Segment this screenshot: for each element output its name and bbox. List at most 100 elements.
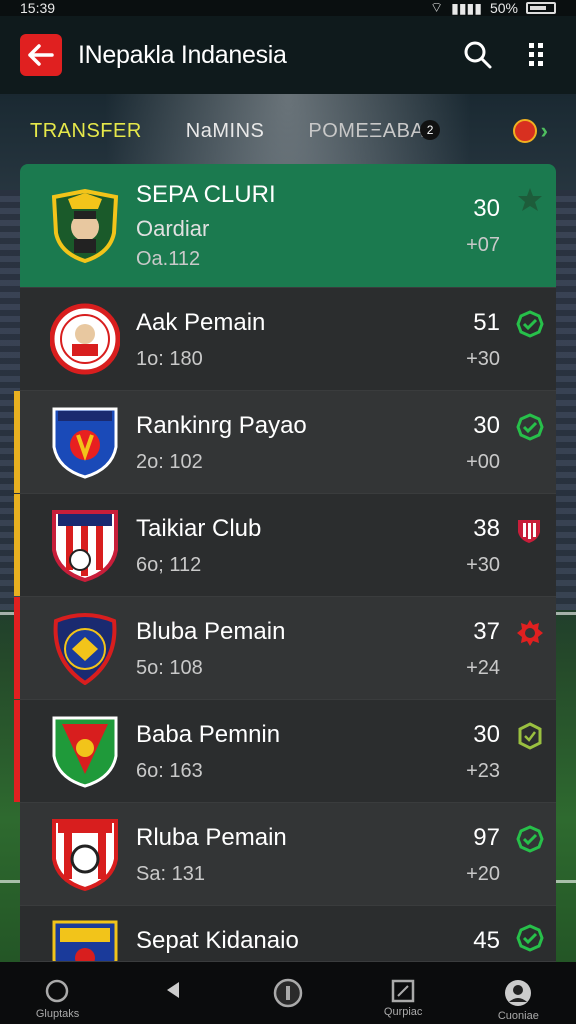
nav-item-info[interactable]	[243, 978, 333, 1008]
club-score: 30	[473, 720, 500, 748]
list-item[interactable]: Rluba Pemain Sa: 131 97 +20	[20, 803, 556, 906]
club-list: SEPA CLURI Oardiar Oa.112 30 +07 Aak Pem…	[14, 164, 556, 962]
tab-bar: TRANSFER NaMINS POMEΞABA 2 ›	[0, 108, 576, 154]
nav-item-gluptaks[interactable]: Gluptaks	[13, 978, 103, 1020]
club-score: 97	[473, 823, 500, 851]
battery-icon	[526, 2, 556, 14]
club-name: Aak Pemain	[136, 308, 266, 336]
bottom-nav: Gluptaks Qurpiac Cuoniae	[0, 962, 576, 1024]
club-name: SEPA CLURI	[136, 181, 276, 208]
more-dots-icon	[529, 43, 543, 66]
club-delta: +30	[466, 553, 500, 576]
tab-namins[interactable]: NaMINS	[186, 120, 265, 143]
tab-scroll-next[interactable]: ›	[512, 118, 548, 144]
row-accent-bar	[14, 494, 20, 596]
club-score: 30	[473, 411, 500, 439]
club-crest-icon	[52, 510, 118, 582]
nav-label: Qurpiac	[383, 1006, 423, 1018]
club-crest-icon	[52, 819, 118, 891]
star-icon	[518, 188, 542, 211]
status-bar: 15:39 ⌔ ▮▮▮▮ 50%	[0, 0, 576, 16]
club-name: Taikiar Club	[136, 514, 262, 542]
signal-icon: ▮▮▮▮	[451, 0, 482, 16]
club-score: 30	[473, 195, 500, 222]
check-icon	[516, 310, 544, 338]
club-delta: +00	[466, 450, 500, 473]
list-item[interactable]: Rankinrg Payao 2o: 102 30 +00	[14, 391, 556, 494]
info-icon	[273, 978, 303, 1008]
club-crest-icon	[51, 188, 119, 263]
chevron-right-icon: ›	[540, 118, 548, 143]
status-indicator	[516, 310, 556, 338]
club-delta: +24	[466, 656, 500, 679]
row-accent-bar	[14, 597, 20, 699]
wifi-icon: ⌔	[429, 0, 444, 15]
club-score: 45	[473, 927, 500, 954]
club-code: 2o: 102	[136, 450, 203, 473]
square-icon	[391, 979, 415, 1003]
tab-pomeaba[interactable]: POMEΞABA 2	[308, 119, 441, 143]
club-delta: +20	[466, 862, 500, 885]
check-icon	[516, 413, 544, 441]
battery-percent: 50%	[489, 0, 518, 16]
row-accent-bar	[14, 391, 20, 493]
page-title: INepakla Indanesia	[78, 40, 287, 69]
shield-icon	[518, 722, 542, 750]
tab-badge: 2	[420, 119, 441, 140]
gear-icon	[517, 620, 543, 646]
club-name: Rluba Pemain	[136, 823, 287, 851]
tab-pomeaba-label: POMEΞABA	[308, 119, 425, 142]
check-icon	[516, 924, 544, 952]
status-indicator	[516, 619, 556, 647]
club-code: 1o: 180	[136, 347, 203, 370]
nav-item-cuoniae[interactable]: Cuoniae	[473, 978, 563, 1022]
tab-transfer[interactable]: TRANSFER	[30, 120, 142, 143]
club-code: 5o: 108	[136, 656, 203, 679]
list-item[interactable]: Sepat Kidanaio 45	[20, 906, 556, 962]
list-item[interactable]: Baba Pemnin 6o: 163 30 +23	[14, 700, 556, 803]
back-triangle-icon	[166, 982, 179, 998]
list-item[interactable]: Taikiar Club 6o; 112 38 +30	[14, 494, 556, 597]
club-score: 51	[473, 308, 500, 336]
back-button[interactable]	[20, 34, 62, 76]
app-header: INepakla Indanesia	[0, 16, 576, 94]
check-icon	[516, 825, 544, 853]
status-indicator	[516, 825, 556, 853]
club-code: 6o: 163	[136, 759, 203, 782]
nav-label: Cuoniae	[497, 1010, 539, 1022]
nav-label: Gluptaks	[35, 1008, 80, 1020]
arrow-left-icon	[28, 44, 54, 66]
list-item[interactable]: SEPA CLURI Oardiar Oa.112 30 +07	[20, 164, 556, 288]
club-code: Oa.112	[136, 248, 201, 270]
club-crest-icon	[50, 303, 120, 375]
club-badge-icon	[518, 520, 540, 543]
search-icon	[464, 41, 492, 69]
club-name: Rankinrg Payao	[136, 411, 307, 439]
list-item[interactable]: Bluba Pemain 5o: 108 37 +24	[14, 597, 556, 700]
club-name: Bluba Pemain	[136, 617, 286, 645]
flag-icon	[512, 119, 537, 143]
club-name: Baba Pemnin	[136, 720, 281, 748]
club-code: Sa: 131	[136, 862, 205, 885]
club-score: 37	[473, 617, 500, 645]
row-accent-bar	[14, 700, 20, 802]
more-menu-button[interactable]	[516, 35, 556, 75]
club-delta: +07	[466, 234, 500, 256]
status-indicator	[516, 924, 556, 952]
search-button[interactable]	[458, 35, 498, 75]
status-indicator	[516, 722, 556, 750]
status-indicator	[516, 516, 556, 544]
profile-icon	[505, 980, 532, 1006]
nav-item-back[interactable]	[128, 978, 218, 1002]
search-icon	[45, 979, 68, 1003]
club-subtitle: Oardiar	[136, 216, 210, 241]
club-name: Sepat Kidanaio	[136, 927, 299, 954]
list-item[interactable]: Aak Pemain 1o: 180 51 +30	[20, 288, 556, 391]
club-crest-icon	[52, 716, 118, 788]
club-score: 38	[473, 514, 500, 542]
club-delta: +30	[466, 347, 500, 370]
nav-item-qurpiac[interactable]: Qurpiac	[358, 978, 448, 1018]
club-delta: +23	[466, 759, 500, 782]
status-indicator	[516, 413, 556, 441]
club-crest-icon	[52, 920, 118, 961]
